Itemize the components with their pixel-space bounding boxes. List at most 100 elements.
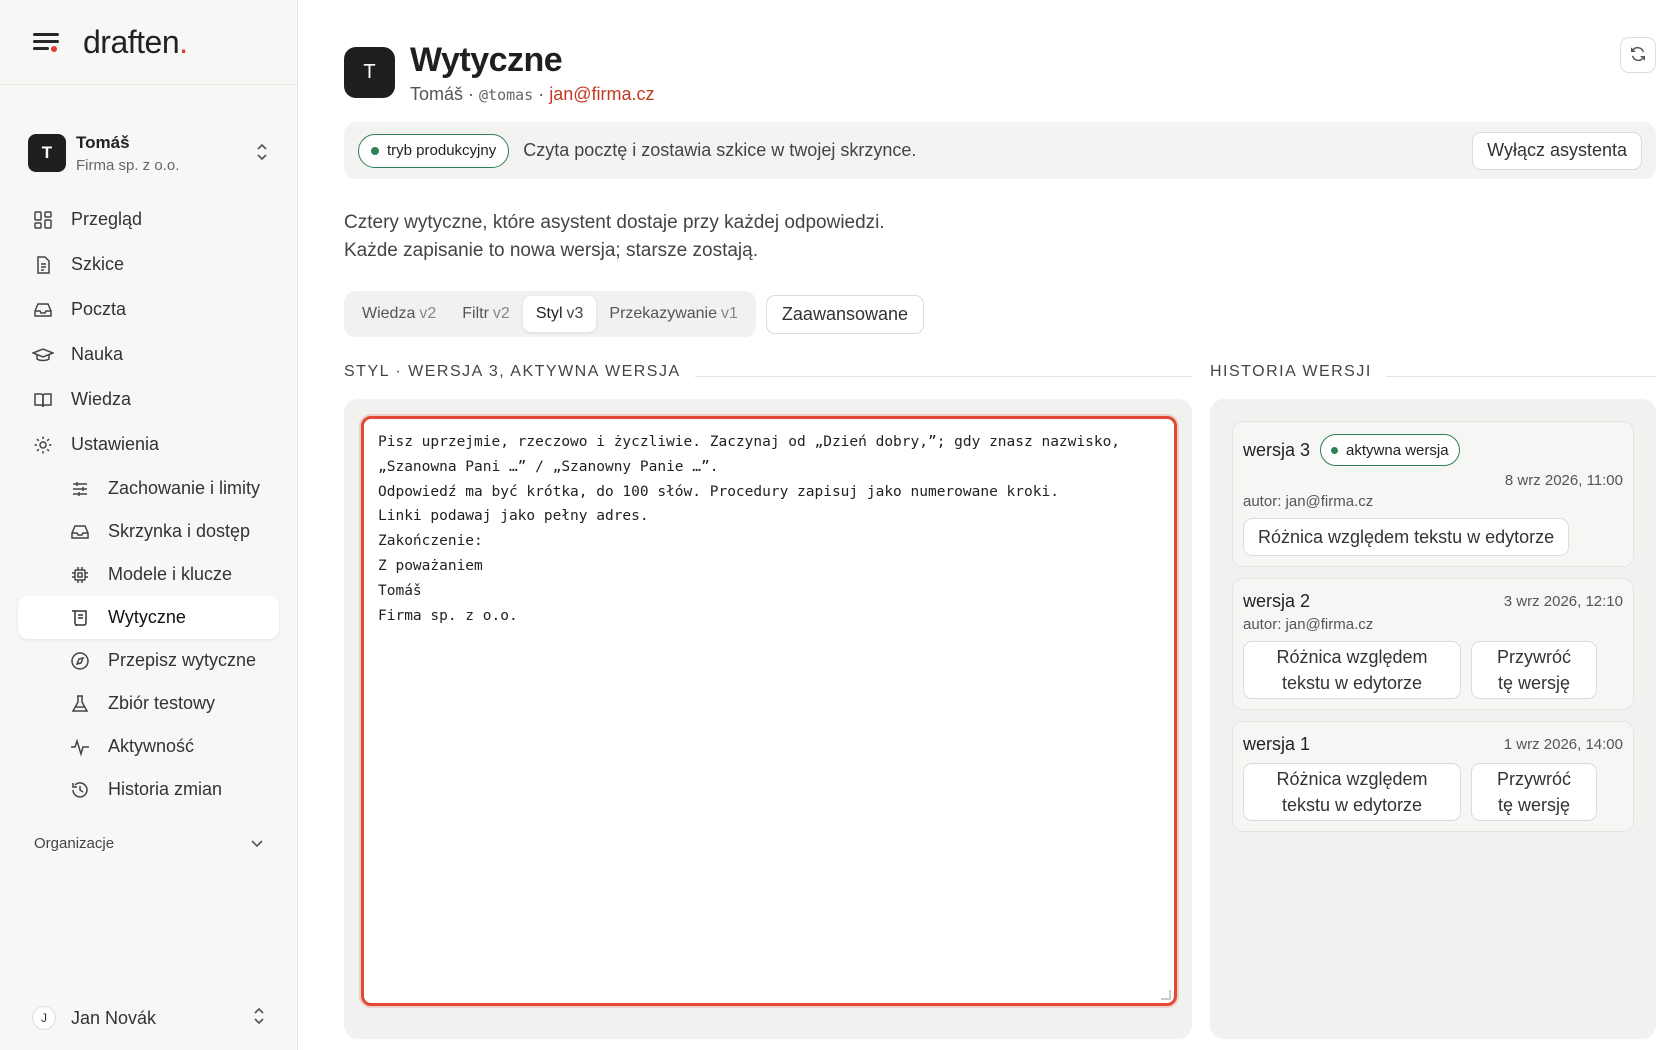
sidebar-item-modele[interactable]: Modele i klucze [18, 553, 279, 596]
version-author: autor: jan@firma.cz [1243, 493, 1374, 510]
nav-item-poczta[interactable]: Poczta [18, 287, 279, 332]
page-title: Wytyczne [410, 41, 563, 79]
nav-item-nauka[interactable]: Nauka [18, 332, 279, 377]
nav-label: Zbiór testowy [108, 693, 216, 713]
badge-label: aktywna wersja [1346, 441, 1449, 459]
nav-label: Wiedza [71, 389, 132, 409]
resize-handle[interactable] [1161, 990, 1171, 1000]
description-line: Każde zapisanie to nowa wersja; starsze … [344, 240, 758, 261]
nav-label: Ustawienia [71, 434, 160, 454]
tab-label: Filtr [462, 305, 489, 322]
sidebar-item-wytyczne[interactable]: Wytyczne [18, 596, 279, 639]
menu-icon[interactable] [33, 32, 59, 52]
editor-container: Pisz uprzejmie, rzeczowo i życzliwie. Za… [344, 399, 1192, 1039]
diff-button[interactable]: Różnica względem tekstu w edytorze [1243, 763, 1461, 821]
version-label: wersja 1 [1243, 734, 1311, 754]
history-card-v2: wersja 2 3 wrz 2026, 12:10 autor: jan@fi… [1232, 578, 1634, 710]
tab-version: v3 [566, 305, 584, 322]
tabs-row: Wiedza v2 Filtr v2 Styl v3 Przekazywanie v1 … [344, 291, 1656, 337]
nav-label: Skrzynka i dostęp [108, 521, 251, 541]
account-name: Tomáš [76, 132, 130, 152]
owner-email-link[interactable]: jan@firma.cz [549, 84, 654, 104]
organizations-label: Organizacje [34, 835, 115, 852]
nav-label: Przegląd [71, 209, 143, 229]
active-version-badge: aktywna wersja [1320, 434, 1460, 466]
tab-version: v1 [721, 305, 738, 322]
restore-version-button[interactable]: Przywróć tę wersję [1471, 763, 1597, 821]
tab-styl[interactable]: Styl v3 [522, 296, 597, 332]
guidelines-description: Cztery wytyczne, które asystent dostaje … [344, 209, 1656, 265]
inbox-icon [32, 299, 54, 321]
sliders-icon [69, 478, 91, 500]
brand-bar: draften. [0, 0, 297, 85]
version-date: 3 wrz 2026, 12:10 [1503, 593, 1623, 610]
nav-label: Historia zmian [108, 779, 223, 799]
gear-icon [32, 434, 54, 456]
tab-filtr[interactable]: Filtr v2 [449, 296, 523, 332]
content-columns: STYL · WERSJA 3, AKTYWNA WERSJA Pisz upr… [344, 361, 1656, 1039]
logo: draften. [83, 23, 188, 60]
book-icon [32, 389, 54, 411]
button-line: tę wersję [1497, 673, 1570, 693]
production-mode-badge: tryb produkcyjny [358, 133, 510, 168]
separator: · [463, 84, 480, 104]
history-card-v1: wersja 1 1 wrz 2026, 14:00 Różnica wzglę… [1232, 721, 1634, 832]
app: draften. T Tomáš Firma sp. z o.o. Przegl… [0, 0, 1680, 1050]
tab-przekazywanie[interactable]: Przekazywanie v1 [596, 296, 751, 332]
advanced-button[interactable]: Zaawansowane [765, 294, 925, 334]
sidebar-item-zachowanie[interactable]: Zachowanie i limity [18, 467, 279, 510]
diff-button[interactable]: Różnica względem tekstu w edytorze [1243, 518, 1570, 556]
tab-version: v2 [419, 305, 437, 322]
version-author: autor: jan@firma.cz [1243, 616, 1374, 633]
refresh-button[interactable] [1620, 37, 1656, 73]
button-line: tekstu w edytorze [1281, 795, 1423, 815]
sidebar-item-zbior[interactable]: Zbiór testowy [18, 682, 279, 725]
graduation-cap-icon [32, 344, 54, 366]
button-line: tekstu w edytorze [1281, 673, 1423, 693]
account-switcher[interactable]: T Tomáš Firma sp. z o.o. [0, 85, 297, 197]
chevron-updown-icon [253, 1007, 265, 1030]
nav-label: Modele i klucze [108, 564, 233, 584]
organizations-toggle[interactable]: Organizacje [0, 835, 297, 852]
editor-section-header: STYL · WERSJA 3, AKTYWNA WERSJA [344, 361, 1192, 383]
history-section-label: HISTORIA WERSJI [1210, 363, 1372, 380]
guideline-tabs: Wiedza v2 Filtr v2 Styl v3 Przekazywanie v1 [344, 291, 756, 337]
main-content: T Wytyczne Tomáš · @tomas · jan@firma.cz… [298, 0, 1680, 1050]
diff-button[interactable]: Różnica względem tekstu w edytorze [1243, 641, 1461, 699]
nav-item-szkice[interactable]: Szkice [18, 242, 279, 287]
restore-version-button[interactable]: Przywróć tę wersję [1471, 641, 1597, 699]
version-label: wersja 3 [1243, 439, 1311, 460]
tab-wiedza[interactable]: Wiedza v2 [349, 296, 449, 332]
sidebar-item-skrzynka[interactable]: Skrzynka i dostęp [18, 510, 279, 553]
disable-assistant-button[interactable]: Wyłącz asystenta [1472, 131, 1642, 170]
history-icon [69, 779, 91, 801]
divider [1385, 375, 1656, 377]
nav-label: Wytyczne [108, 607, 186, 627]
history-section: HISTORIA WERSJI wersja 3 aktywna wersja … [1210, 361, 1656, 1039]
button-line: Różnica względem [1276, 647, 1428, 667]
separator: · [533, 84, 550, 104]
nav-item-ustawienia[interactable]: Ustawienia [18, 422, 279, 467]
inbox-icon [69, 521, 91, 543]
guideline-editor-textarea[interactable]: Pisz uprzejmie, rzeczowo i życzliwie. Za… [361, 416, 1177, 1006]
sidebar-item-aktywnosc[interactable]: Aktywność [18, 725, 279, 768]
nav-item-wiedza[interactable]: Wiedza [18, 377, 279, 422]
nav-item-przeglad[interactable]: Przegląd [18, 197, 279, 242]
sidebar-item-przepisz[interactable]: Przepisz wytyczne [18, 639, 279, 682]
document-icon [32, 254, 54, 276]
grid-icon [32, 209, 54, 231]
editor-section-label: STYL · WERSJA 3, AKTYWNA WERSJA [344, 363, 681, 380]
tab-version: v2 [492, 305, 510, 322]
user-menu[interactable]: J Jan Novák [32, 1006, 265, 1030]
status-banner: tryb produkcyjny Czyta pocztę i zostawia… [344, 122, 1656, 179]
page-header: T Wytyczne Tomáš · @tomas · jan@firma.cz [344, 40, 1656, 105]
button-line: Przywróć [1496, 647, 1571, 667]
nav-label: Szkice [71, 254, 125, 274]
activity-icon [69, 736, 91, 758]
tab-label: Przekazywanie [609, 305, 718, 322]
button-line: tę wersję [1497, 795, 1570, 815]
sidebar-item-historia[interactable]: Historia zmian [18, 768, 279, 811]
tab-label: Styl [535, 305, 563, 322]
chip-icon [69, 564, 91, 586]
compass-icon [69, 650, 91, 672]
